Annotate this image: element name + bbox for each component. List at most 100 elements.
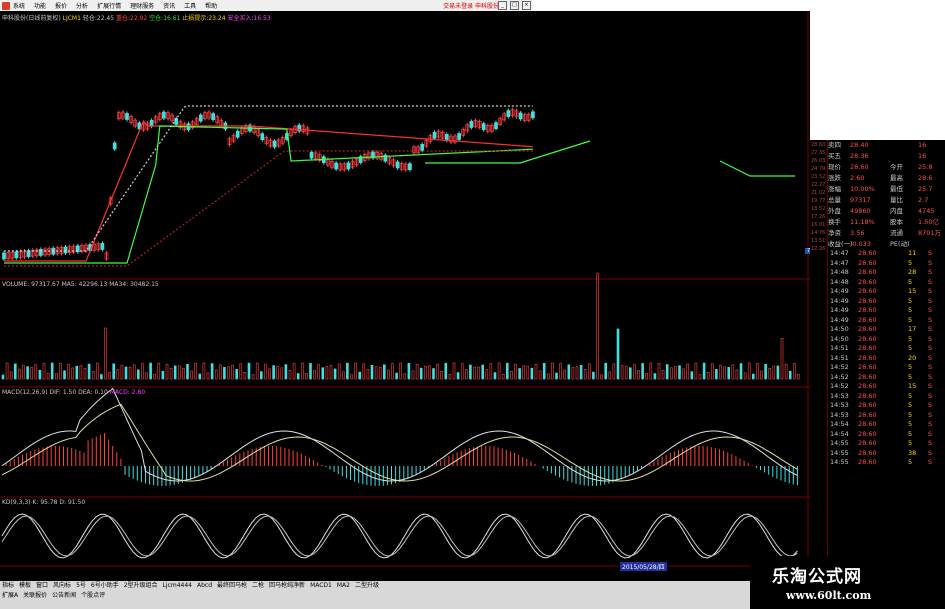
- tick-v: 5: [908, 372, 913, 381]
- volume-bar: [485, 369, 489, 380]
- extension-tab[interactable]: 个股点评: [81, 592, 105, 599]
- indicator-tab[interactable]: 回马枪纯净新: [269, 582, 305, 589]
- price-axis-tick: 24.79: [811, 166, 826, 172]
- volume-bar: [715, 369, 718, 380]
- watermark: 乐淘公式网 www.60lt.com: [750, 556, 945, 609]
- indicator-tab[interactable]: MA2: [337, 582, 350, 589]
- minimize-icon[interactable]: _: [498, 1, 507, 10]
- indicator-tab[interactable]: 最终回马枪: [217, 582, 247, 589]
- volume-bar: [608, 371, 612, 380]
- tick-t: 14:51: [830, 344, 849, 352]
- volume-bar: [50, 362, 54, 380]
- maximize-icon[interactable]: □: [510, 1, 519, 10]
- indicator-tab[interactable]: MACD1: [310, 582, 332, 589]
- indicator-tab[interactable]: 5号: [76, 582, 86, 589]
- volume-bar: [42, 363, 46, 380]
- candle-body: [432, 131, 437, 139]
- price-axis-tick: 19.77: [811, 198, 826, 204]
- volume-bar: [26, 366, 29, 380]
- volume-bar: [628, 367, 632, 380]
- tick-t: 14:55: [830, 448, 849, 457]
- volume-bar: [374, 366, 378, 380]
- menu-item-tools[interactable]: 工具: [184, 1, 196, 10]
- volume-bar: [120, 364, 124, 380]
- tick-v: 5: [908, 429, 913, 438]
- menu-item-quote[interactable]: 报价: [55, 1, 67, 10]
- chart-area[interactable]: 申科股份(日线前复权) LJCM1 轻仓:22.45 重仓:22.92 空仓:1…: [0, 11, 810, 581]
- tick-v: 17: [908, 325, 917, 333]
- quote-r1: 股本: [890, 218, 903, 226]
- price-axis-tick: 14.76: [811, 230, 826, 236]
- volume-bar: [739, 363, 743, 380]
- volume-bar: [579, 365, 583, 380]
- volume-bar: [645, 373, 649, 380]
- extension-tab[interactable]: 公告新闻: [52, 592, 76, 599]
- indicator-tab[interactable]: 二型升级: [355, 582, 379, 589]
- volume-bar: [370, 365, 374, 380]
- tick-d: S: [928, 382, 933, 390]
- indicator-tab[interactable]: 2型升级组合: [124, 582, 158, 589]
- extension-tab[interactable]: 关联报价: [23, 592, 47, 599]
- tick-t: 14:48: [830, 268, 849, 276]
- menu-item-function[interactable]: 功能: [34, 1, 46, 10]
- volume-bar: [456, 372, 460, 380]
- price-axis-tick: 21.02: [811, 190, 826, 196]
- candle-body: [309, 151, 314, 159]
- menu-item-help[interactable]: 帮助: [205, 1, 217, 10]
- price-panel-title: 申科股份(日线前复权) LJCM1 轻仓:22.45 重仓:22.92 空仓:1…: [2, 15, 271, 22]
- volume-bar: [514, 363, 517, 380]
- volume-bar: [460, 363, 464, 380]
- tick-p: 28.60: [858, 334, 877, 343]
- indicator-tab[interactable]: 指标: [2, 582, 14, 589]
- volume-bar: [411, 370, 415, 380]
- quote-r2: 1.50亿: [918, 218, 939, 226]
- volume-bar: [190, 370, 193, 380]
- volume-bar: [563, 369, 567, 380]
- volume-bar: [358, 371, 362, 380]
- volume-bar: [305, 373, 308, 380]
- volume-bar: [440, 371, 444, 380]
- quote-r1: 今开: [890, 163, 903, 171]
- volume-bar: [210, 363, 214, 380]
- volume-bar: [362, 363, 366, 380]
- volume-bar: [596, 272, 599, 380]
- volume-bar: [79, 365, 83, 380]
- tick-list[interactable]: 14:47 28.60 11 S 14:47 28.60 5 S 14:48 28.60 28 S 14…: [828, 249, 945, 468]
- quote-r1: 最高: [890, 174, 903, 182]
- menu-item-finance[interactable]: 理财服务: [130, 1, 154, 10]
- volume-bar: [198, 373, 202, 380]
- candle-body: [420, 144, 425, 151]
- indicator-tab[interactable]: Abcd: [197, 582, 212, 589]
- volume-bar: [686, 363, 690, 380]
- indicator-tab[interactable]: Ljcm4444: [163, 582, 192, 589]
- volume-bar: [96, 362, 99, 380]
- volume-bar: [387, 369, 390, 380]
- indicator-tab[interactable]: 6号小助手: [91, 582, 119, 589]
- volume-bar: [612, 363, 616, 380]
- indicator-tab[interactable]: 窗口: [36, 582, 48, 589]
- volume-bar: [592, 371, 595, 380]
- volume-bar: [587, 363, 591, 380]
- tick-t: 14:53: [830, 410, 849, 419]
- extension-tab[interactable]: 扩展A: [2, 592, 18, 599]
- candle-body: [14, 251, 19, 259]
- close-icon[interactable]: ×: [522, 1, 531, 10]
- indicator-tab[interactable]: 模板: [19, 582, 31, 589]
- tick-row: 14:52 28.60 15 S: [828, 382, 945, 392]
- price-axis-tick: 17.26: [811, 214, 826, 220]
- volume-bar: [186, 363, 189, 380]
- tick-p: 28.60: [858, 325, 877, 333]
- volume-bar: [772, 365, 776, 380]
- menu-item-extended[interactable]: 扩展行情: [97, 1, 121, 10]
- menu-item-analysis[interactable]: 分析: [76, 1, 88, 10]
- volume-bar: [9, 371, 13, 380]
- menu-item-system[interactable]: 系统: [13, 1, 25, 10]
- quote-l1: 净资: [828, 229, 841, 237]
- tick-v: 20: [908, 353, 917, 362]
- volume-bar: [407, 363, 411, 380]
- indicator-tab[interactable]: 二枪: [252, 582, 264, 589]
- tick-v: 15: [908, 382, 917, 390]
- indicator-tab[interactable]: 风向标: [53, 582, 71, 589]
- menu-item-news[interactable]: 资讯: [163, 1, 175, 10]
- volume-bar: [530, 367, 534, 380]
